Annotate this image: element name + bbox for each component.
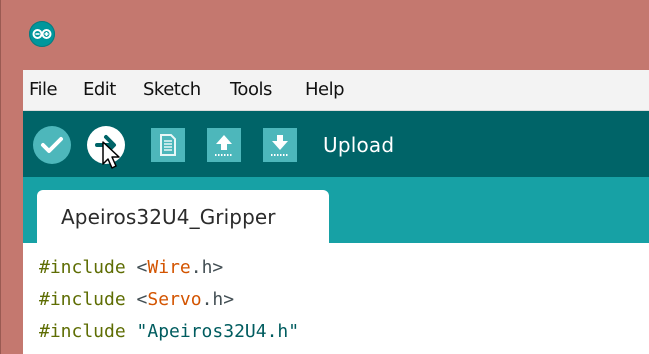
save-button[interactable]	[263, 128, 297, 162]
menu-sketch[interactable]: Sketch	[143, 79, 201, 100]
new-sketch-button[interactable]	[151, 128, 185, 162]
code-text: <	[125, 257, 148, 278]
menu-tools[interactable]: Tools	[230, 79, 272, 100]
tab-strip: Apeiros32U4_Gripper	[23, 177, 649, 243]
menu-bar: File Edit Sketch Tools Help	[23, 70, 649, 111]
arrow-up-icon	[215, 135, 233, 156]
code-library: Servo	[147, 289, 202, 310]
menu-help[interactable]: Help	[305, 79, 345, 100]
menu-edit[interactable]: Edit	[83, 79, 116, 100]
open-button[interactable]	[207, 128, 241, 162]
title-bar[interactable]	[1, 0, 649, 70]
code-text: <	[125, 289, 148, 310]
code-directive: #include	[39, 289, 126, 310]
arduino-ide-window: File Edit Sketch Tools Help Upload Apeir…	[0, 0, 649, 354]
code-line: #include "Apeiros32U4.h"	[39, 321, 299, 342]
arrow-down-icon	[271, 135, 289, 156]
code-directive: #include	[39, 321, 126, 342]
code-directive: #include	[39, 257, 126, 278]
code-text: .h>	[201, 289, 235, 310]
mouse-cursor-icon	[102, 141, 120, 169]
code-library: Wire	[147, 257, 191, 278]
code-editor[interactable]: #include <Wire.h> #include <Servo.h> #in…	[23, 243, 649, 354]
verify-button[interactable]	[33, 126, 71, 164]
tab-label: Apeiros32U4_Gripper	[61, 205, 276, 229]
code-string: "Apeiros32U4.h"	[125, 321, 300, 342]
arduino-logo-icon	[29, 21, 55, 47]
toolbar-hover-label: Upload	[323, 133, 395, 157]
new-file-icon	[160, 134, 176, 156]
code-text: .h>	[190, 257, 224, 278]
code-line: #include <Servo.h>	[39, 289, 234, 310]
menu-file[interactable]: File	[29, 79, 58, 100]
checkmark-icon	[41, 137, 63, 153]
code-line: #include <Wire.h>	[39, 257, 223, 278]
tab-sketch[interactable]: Apeiros32U4_Gripper	[37, 190, 329, 243]
